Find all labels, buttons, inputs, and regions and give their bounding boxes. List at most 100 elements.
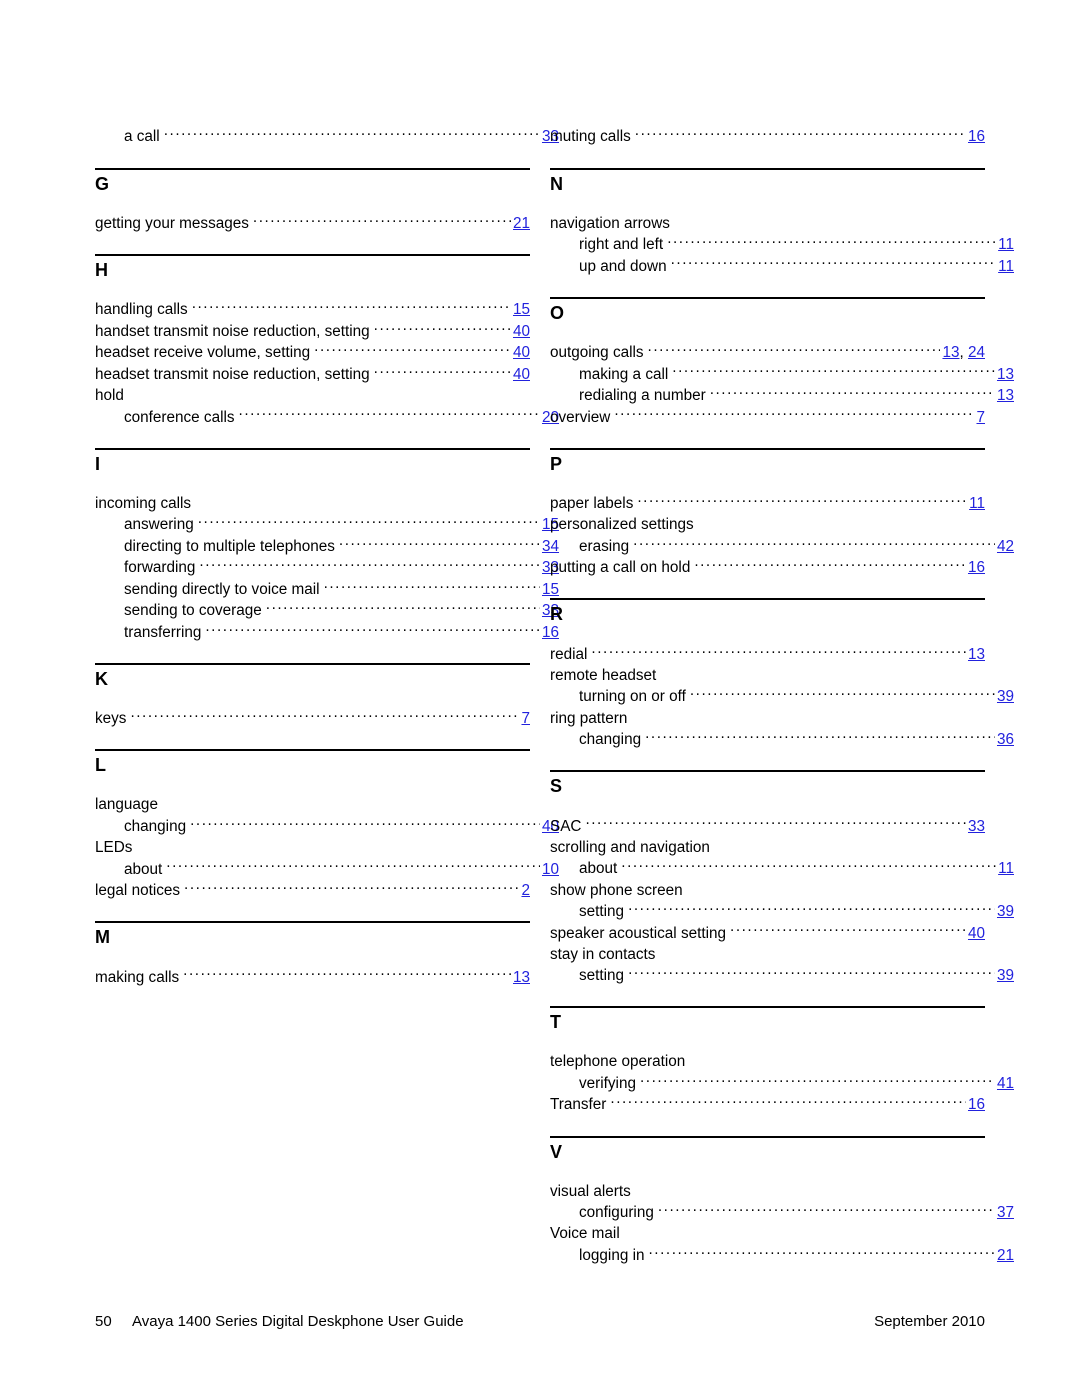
index-entry-label: incoming calls bbox=[95, 494, 192, 512]
index-entry-label: stay in contacts bbox=[550, 945, 656, 963]
index-entry-label: a call bbox=[124, 128, 160, 146]
index-entry-pages: 2 bbox=[521, 880, 530, 901]
page-number-link[interactable]: 40 bbox=[513, 344, 530, 361]
page-number-link[interactable]: 41 bbox=[997, 1075, 1014, 1092]
index-entry-group: languagechanging40LEDsabout10legal notic… bbox=[95, 794, 559, 901]
section-letter-g: G bbox=[95, 173, 110, 194]
index-entry-label: turning on or off bbox=[579, 688, 686, 706]
page-number-link[interactable]: 13 bbox=[942, 344, 959, 361]
page-number-link[interactable]: 39 bbox=[997, 688, 1014, 705]
index-entry-label: configuring bbox=[579, 1204, 654, 1222]
index-entry: Voice mail bbox=[550, 1223, 985, 1244]
page-number-link[interactable]: 16 bbox=[968, 1096, 985, 1113]
page-number-link[interactable]: 11 bbox=[998, 860, 1014, 877]
page-number-link[interactable]: 16 bbox=[968, 559, 985, 576]
page-number-link[interactable]: 11 bbox=[998, 236, 1014, 253]
page-number-link[interactable]: 11 bbox=[998, 258, 1014, 275]
index-entry-label: muting calls bbox=[550, 128, 631, 146]
index-entry: remote headset bbox=[550, 665, 985, 686]
index-entry: Transfer 16 bbox=[550, 1094, 985, 1116]
index-entry: a call33 bbox=[95, 126, 559, 148]
index-entry: incoming calls bbox=[95, 493, 530, 514]
page-number-link[interactable]: 7 bbox=[521, 710, 530, 727]
index-entry: directing to multiple telephones34 bbox=[95, 535, 559, 557]
page-number-link[interactable]: 16 bbox=[968, 128, 985, 145]
page-number-link[interactable]: 7 bbox=[976, 409, 985, 426]
page-number-link[interactable]: 13 bbox=[513, 969, 530, 986]
page-number-link[interactable]: 36 bbox=[997, 731, 1014, 748]
index-entry: configuring 37 bbox=[550, 1202, 1014, 1224]
page-number-link[interactable]: 15 bbox=[513, 301, 530, 318]
page-number-link[interactable]: 13 bbox=[968, 646, 985, 663]
page-number-link[interactable]: 40 bbox=[968, 925, 985, 942]
page-number-link[interactable]: 11 bbox=[969, 495, 985, 512]
page-number-link[interactable]: 21 bbox=[513, 215, 530, 232]
page-number-link[interactable]: 13 bbox=[997, 366, 1014, 383]
index-entry-pages: 42 bbox=[997, 536, 1014, 557]
dot-leader bbox=[192, 299, 511, 314]
dot-leader bbox=[635, 126, 966, 141]
dot-leader bbox=[239, 406, 540, 421]
dot-leader bbox=[633, 535, 995, 550]
index-page: a call33Ggetting your messages21Hhandlin… bbox=[0, 0, 1080, 1397]
index-entry-label: transferring bbox=[124, 623, 202, 641]
index-entry-group: visual alerts configuring 37 Voice mail logg… bbox=[550, 1181, 1014, 1266]
index-entry-group: a call33 bbox=[95, 126, 559, 148]
index-entry-pages: 13 bbox=[513, 967, 530, 988]
index-entry: changing40 bbox=[95, 816, 559, 838]
page-number-link[interactable]: 42 bbox=[997, 538, 1014, 555]
page-number-link[interactable]: 37 bbox=[997, 1204, 1014, 1221]
page-number-link[interactable]: 33 bbox=[968, 818, 985, 835]
index-entry: about10 bbox=[95, 858, 559, 880]
index-entry-label: ring pattern bbox=[550, 709, 628, 727]
dot-leader bbox=[614, 406, 974, 421]
section-letter-i: I bbox=[95, 453, 101, 474]
dot-leader bbox=[314, 342, 511, 357]
dot-leader bbox=[671, 255, 997, 270]
index-entry: paper labels 11 bbox=[550, 493, 985, 515]
dot-leader bbox=[690, 686, 995, 701]
index-entry-pages: 11 bbox=[998, 256, 1014, 277]
index-entry-group: outgoing calls13, 24making a call13redia… bbox=[550, 342, 1014, 428]
page-number-link[interactable]: 13 bbox=[997, 387, 1014, 404]
index-entry-label: Voice mail bbox=[550, 1225, 620, 1243]
index-entry-label: outgoing calls bbox=[550, 344, 644, 361]
section-divider bbox=[550, 1006, 985, 1009]
index-entry-group: muting calls 16 bbox=[550, 126, 985, 148]
index-entry-label: telephone operation bbox=[550, 1053, 686, 1071]
section-letter-m: M bbox=[95, 927, 111, 948]
page-number-link[interactable]: 39 bbox=[997, 903, 1014, 920]
dot-leader bbox=[184, 880, 519, 895]
dot-leader bbox=[164, 126, 540, 141]
page-number-link[interactable]: 40 bbox=[513, 323, 530, 340]
index-entry-label: setting bbox=[579, 903, 625, 921]
page-number-link[interactable]: 24 bbox=[968, 344, 985, 361]
dot-leader bbox=[166, 858, 540, 873]
index-entry-pages: 15 bbox=[513, 299, 530, 320]
section-divider bbox=[95, 167, 530, 170]
index-entry: overview 7 bbox=[550, 406, 985, 428]
index-entry-pages: 16 bbox=[968, 557, 985, 578]
index-entry-group: SAC 33 scrolling and navigation about 11 show… bbox=[550, 815, 1014, 986]
page-number-link[interactable]: 39 bbox=[997, 967, 1014, 984]
dot-leader bbox=[640, 1073, 995, 1088]
index-entry: hold bbox=[95, 385, 530, 406]
index-entry-pages: 21 bbox=[997, 1245, 1014, 1266]
index-entry: up and down 11 bbox=[550, 255, 1014, 277]
dot-leader bbox=[667, 234, 996, 249]
index-entry-label: Transfer bbox=[550, 1096, 607, 1114]
page-number-link[interactable]: 21 bbox=[997, 1247, 1014, 1264]
index-entry-label: changing bbox=[579, 731, 642, 749]
index-entry-pages: 41 bbox=[997, 1073, 1014, 1094]
index-entry: redialing a number 13 bbox=[550, 385, 1014, 407]
index-entry: about 11 bbox=[550, 858, 1014, 880]
index-entry-group: redial 13 remote headset turning on or off 3… bbox=[550, 643, 1014, 750]
index-entry-label: headset receive volume, setting bbox=[95, 344, 311, 362]
page-number-link[interactable]: 40 bbox=[513, 366, 530, 383]
page-number-link[interactable]: 2 bbox=[521, 882, 530, 899]
